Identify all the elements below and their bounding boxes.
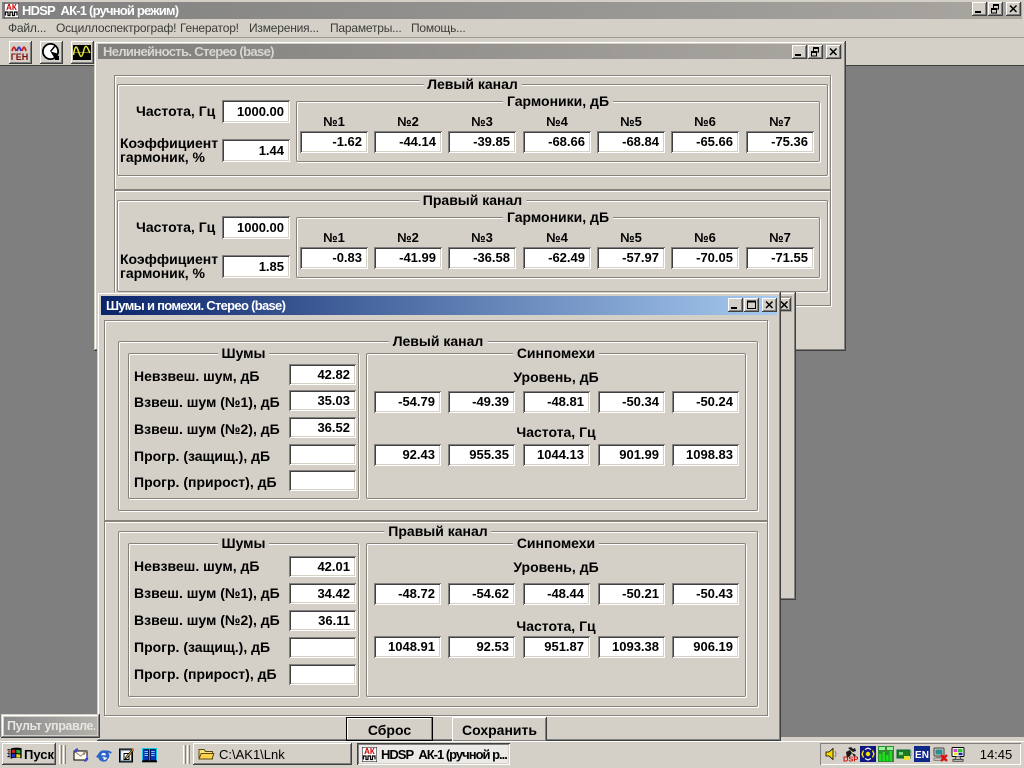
svg-text:EN: EN: [915, 750, 929, 761]
svg-text:АК: АК: [364, 747, 375, 756]
svg-text:АК: АК: [6, 3, 17, 12]
svg-text:DSP: DSP: [843, 755, 858, 763]
svg-text:ГЕН: ГЕН: [11, 52, 29, 62]
